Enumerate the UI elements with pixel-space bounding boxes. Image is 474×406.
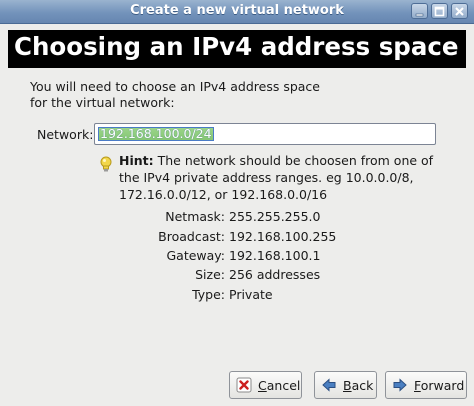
cancel-x-icon (236, 377, 252, 393)
back-button[interactable]: Back (314, 371, 377, 399)
size-label: Size: (195, 267, 225, 282)
detail-value-gateway-row: 192.168.100.1 (225, 247, 425, 265)
network-input-value: 192.168.100.0/24 (100, 126, 212, 141)
hint-text: Hint: The network should be choosen from… (119, 152, 433, 203)
gateway-label: Gateway: (166, 248, 225, 263)
forward-button-label: Forward (414, 377, 465, 393)
detail-row-type: Type: (0, 286, 225, 304)
type-value: Private (229, 287, 273, 302)
network-label: Network: (37, 127, 94, 142)
broadcast-label: Broadcast: (158, 229, 225, 244)
minimize-button[interactable] (411, 3, 428, 19)
maximize-button[interactable] (431, 3, 448, 19)
detail-row-netmask: Netmask: (0, 208, 225, 226)
netmask-label: Netmask: (165, 209, 225, 224)
detail-value-netmask-row: 255.255.255.0 (225, 208, 425, 226)
detail-row-broadcast: Broadcast: (0, 228, 225, 246)
button-bar: Cancel Back Forward (0, 371, 474, 401)
intro-line-2: for the virtual network: (30, 94, 175, 110)
detail-value-size-row: 256 addresses (225, 266, 425, 284)
cancel-button[interactable]: Cancel (229, 371, 302, 399)
network-input[interactable]: 192.168.100.0/24 (94, 123, 436, 145)
hint-line-3: 172.16.0.0/12, or 192.168.0.0/16 (119, 187, 328, 202)
hint-line-2: the IPv4 private address ranges. eg 10.0… (119, 170, 414, 185)
page-title: Choosing an IPv4 address space (14, 32, 459, 61)
type-label: Type: (192, 287, 225, 302)
broadcast-value: 192.168.100.255 (229, 229, 337, 244)
size-value: 256 addresses (229, 267, 321, 282)
hint-label: Hint: (119, 153, 154, 168)
close-button[interactable] (451, 3, 468, 19)
window-title: Create a new virtual network (130, 3, 344, 18)
minimize-icon (415, 13, 424, 16)
detail-value-type-row: Private (225, 286, 425, 304)
back-button-label: Back (343, 377, 374, 393)
network-input-selection: 192.168.100.0/24 (98, 127, 214, 141)
maximize-icon (434, 6, 445, 16)
window-titlebar[interactable]: Create a new virtual network (0, 0, 474, 24)
intro-line-1: You will need to choose an IPv4 address … (30, 79, 320, 94)
hint-line-1: The network should be choosen from one o… (153, 153, 434, 168)
detail-row-gateway: Gateway: (0, 247, 225, 265)
forward-button[interactable]: Forward (385, 371, 467, 399)
cancel-button-label: Cancel (258, 377, 301, 393)
lightbulb-icon (100, 156, 112, 172)
close-icon (455, 6, 464, 16)
page-banner: Choosing an IPv4 address space (8, 30, 466, 68)
detail-row-size: Size: (0, 266, 225, 284)
intro-text: You will need to choose an IPv4 address … (30, 79, 320, 110)
detail-value-broadcast-row: 192.168.100.255 (225, 228, 425, 246)
forward-arrow-icon (393, 378, 407, 392)
gateway-value: 192.168.100.1 (229, 248, 321, 263)
netmask-value: 255.255.255.0 (229, 209, 321, 224)
back-arrow-icon (322, 378, 336, 392)
